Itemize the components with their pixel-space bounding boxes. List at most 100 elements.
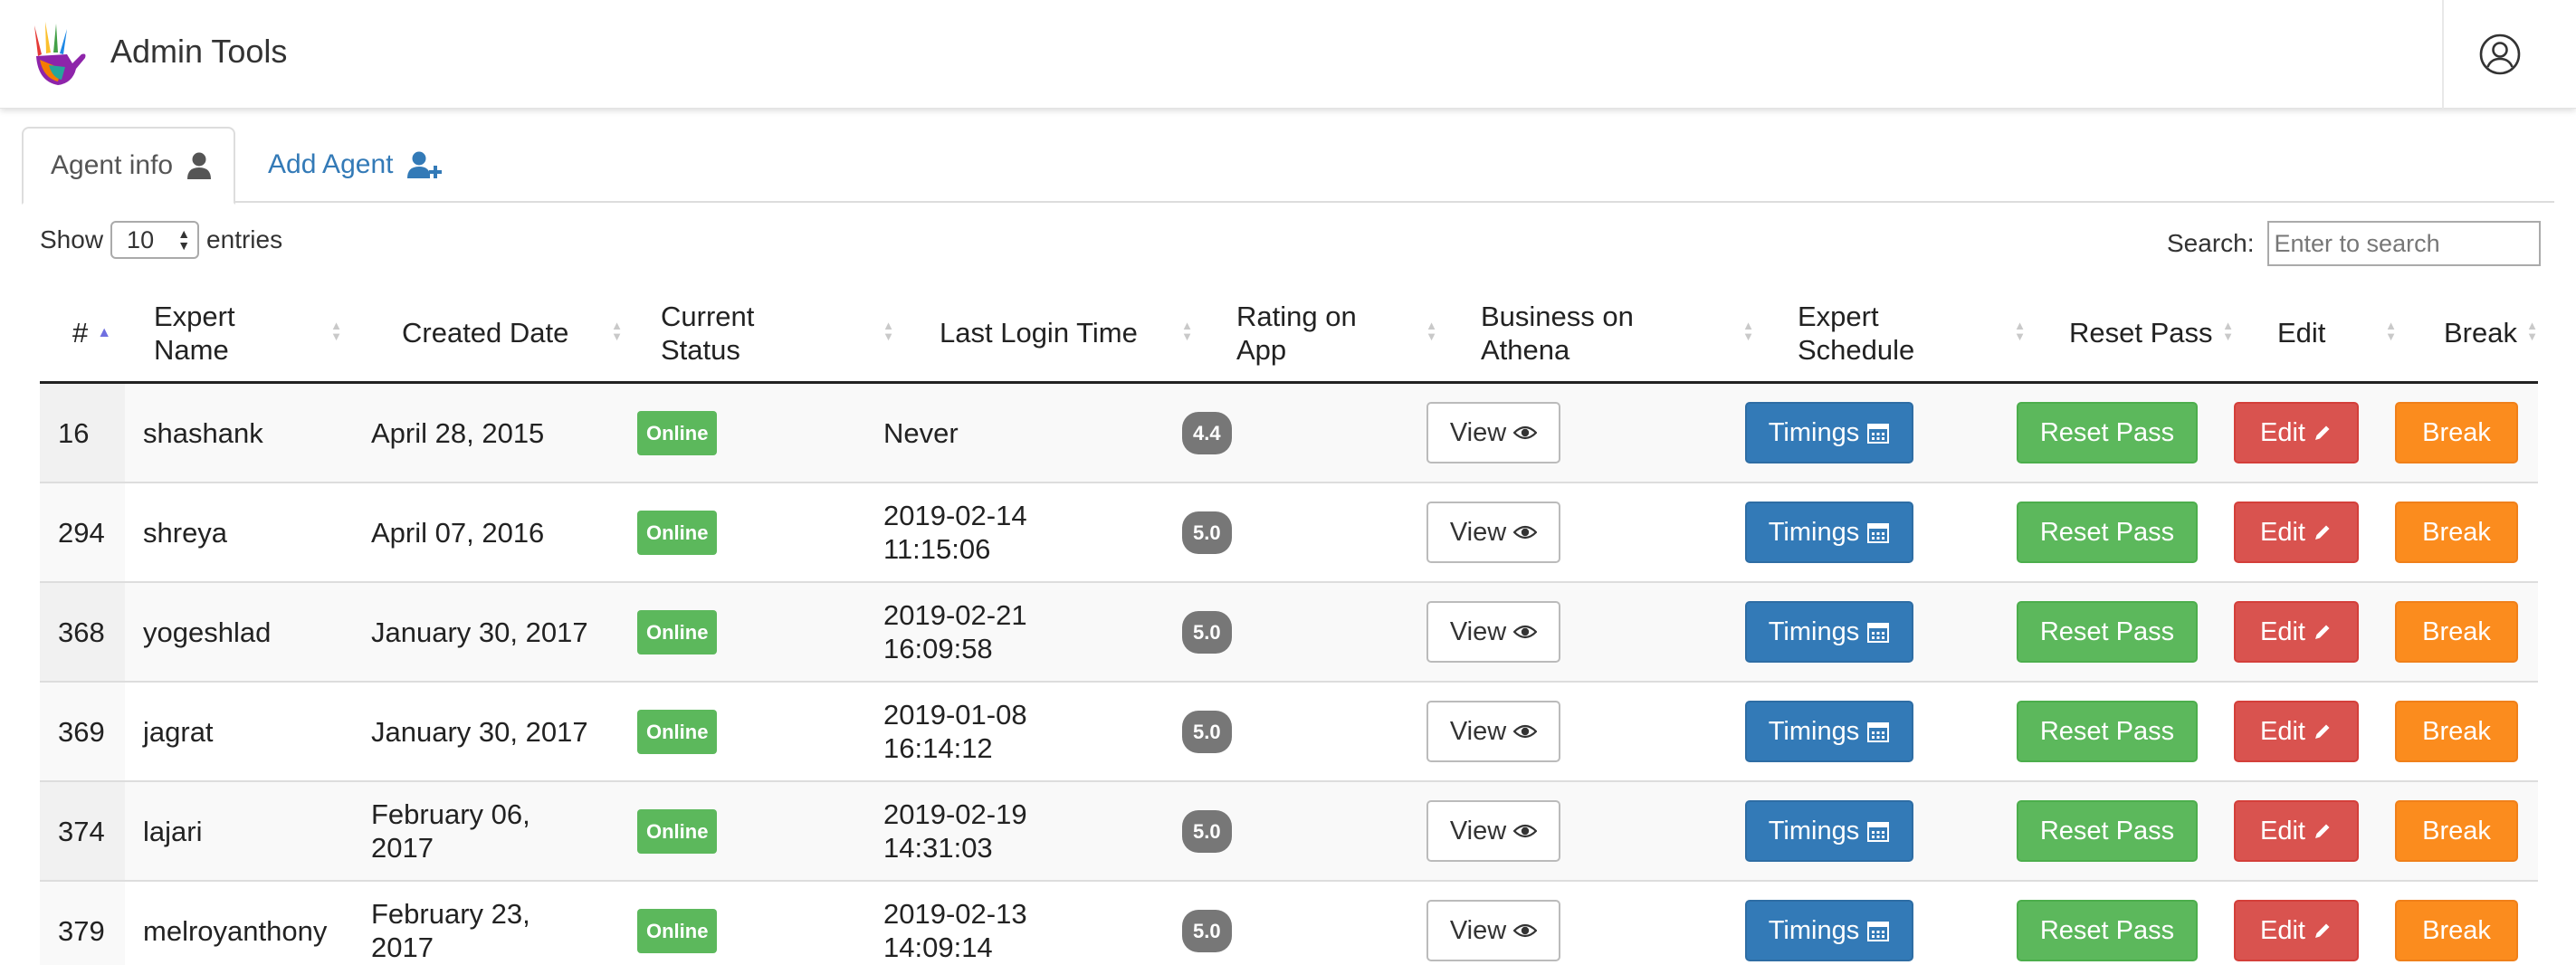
column-header-label: # — [72, 317, 89, 349]
column-header-label: Break — [2444, 317, 2517, 349]
edit-button[interactable]: Edit — [2234, 502, 2359, 563]
break-button[interactable]: Break — [2395, 701, 2518, 762]
break-button[interactable]: Break — [2395, 402, 2518, 463]
column-header-business[interactable]: Business on Athena ▲ ▼ — [1446, 284, 1763, 381]
entries-per-page-select[interactable]: 10 ▲ ▼ — [110, 221, 200, 259]
eye-icon — [1513, 624, 1538, 640]
reset-pass-button[interactable]: Reset Pass — [2017, 601, 2198, 663]
reset-pass-button[interactable]: Reset Pass — [2017, 502, 2198, 563]
search-label: Search: — [2167, 229, 2255, 257]
edit-button-label: Edit — [2260, 915, 2305, 945]
timings-button[interactable]: Timings — [1745, 601, 1913, 663]
cell-reset-pass: Reset Pass — [2017, 782, 2198, 880]
eye-icon — [1513, 922, 1538, 939]
cell-status: Online — [637, 483, 718, 581]
tab-agent-info[interactable]: Agent info — [22, 127, 235, 205]
column-header-break[interactable]: Break ▲ ▼ — [2406, 284, 2538, 381]
status-badge: Online — [637, 510, 718, 555]
column-header-expert-name[interactable]: Expert Name ▲ ▼ — [125, 284, 351, 381]
edit-button[interactable]: Edit — [2234, 701, 2359, 762]
edit-button[interactable]: Edit — [2234, 900, 2359, 961]
reset-pass-button[interactable]: Reset Pass — [2017, 701, 2198, 762]
user-icon — [187, 152, 212, 179]
sort-icon: ▲ ▼ — [1181, 319, 1193, 343]
edit-button-label: Edit — [2260, 716, 2305, 746]
break-button[interactable]: Break — [2395, 900, 2518, 961]
column-header-label: Edit — [2277, 317, 2326, 349]
view-button[interactable]: View — [1426, 502, 1560, 563]
select-arrows-icon: ▲ ▼ — [177, 226, 191, 253]
column-header-reset-pass[interactable]: Reset Pass ▲ ▼ — [2035, 284, 2243, 381]
cell-edit: Edit — [2234, 384, 2359, 482]
sort-icon: ▲ ▼ — [883, 319, 894, 343]
cell-business: View — [1426, 583, 1560, 681]
edit-button[interactable]: Edit — [2234, 402, 2359, 463]
view-button[interactable]: View — [1426, 402, 1560, 463]
cell-break: Break — [2395, 782, 2518, 880]
view-button[interactable]: View — [1426, 601, 1560, 663]
timings-button[interactable]: Timings — [1745, 502, 1913, 563]
column-header-edit[interactable]: Edit ▲ ▼ — [2243, 284, 2406, 381]
tab-add-agent[interactable]: Add Agent — [268, 127, 445, 203]
table-row: 379 melroyanthony February 23, 2017 Onli… — [40, 882, 2538, 965]
break-button[interactable]: Break — [2395, 800, 2518, 862]
column-header-label: Rating on App — [1236, 300, 1357, 366]
break-button[interactable]: Break — [2395, 601, 2518, 663]
cell-status: Online — [637, 384, 718, 482]
timings-button-label: Timings — [1768, 716, 1860, 746]
view-button-label: View — [1449, 915, 1507, 945]
cell-reset-pass: Reset Pass — [2017, 683, 2198, 780]
cell-id: 294 — [40, 483, 125, 581]
column-header-id[interactable]: # ▲ — [40, 284, 125, 381]
pencil-icon — [2313, 423, 2333, 443]
timings-button[interactable]: Timings — [1745, 402, 1913, 463]
view-button-label: View — [1449, 417, 1507, 447]
status-badge: Online — [637, 410, 718, 455]
column-header-last-login[interactable]: Last Login Time ▲ ▼ — [903, 284, 1202, 381]
user-plus-icon — [407, 151, 443, 178]
cell-status: Online — [637, 683, 718, 780]
calendar-icon — [1866, 521, 1890, 544]
search-input[interactable] — [2266, 221, 2541, 266]
cell-rating: 5.0 — [1182, 483, 1232, 581]
view-button[interactable]: View — [1426, 701, 1560, 762]
reset-pass-button[interactable]: Reset Pass — [2017, 900, 2198, 961]
column-header-rating[interactable]: Rating on App ▲ ▼ — [1202, 284, 1446, 381]
column-header-current-status[interactable]: Current Status ▲ ▼ — [632, 284, 903, 381]
sort-ascending-icon: ▲ — [97, 325, 112, 340]
view-button[interactable]: View — [1426, 800, 1560, 862]
column-header-created-date[interactable]: Created Date ▲ ▼ — [351, 284, 632, 381]
cell-id: 374 — [40, 782, 125, 880]
cell-rating: 5.0 — [1182, 683, 1232, 780]
cell-id: 379 — [40, 882, 125, 965]
break-button[interactable]: Break — [2395, 502, 2518, 563]
column-header-label: Reset Pass — [2069, 317, 2213, 349]
view-button-label: View — [1449, 816, 1507, 846]
rating-badge: 4.4 — [1182, 411, 1232, 454]
sort-icon: ▲ ▼ — [2526, 319, 2538, 343]
edit-button[interactable]: Edit — [2234, 601, 2359, 663]
pencil-icon — [2313, 622, 2333, 642]
cell-schedule: Timings — [1745, 683, 1913, 780]
cell-business: View — [1426, 483, 1560, 581]
timings-button[interactable]: Timings — [1745, 701, 1913, 762]
entries-length-control: Show 10 ▲ ▼ entries — [40, 221, 282, 259]
timings-button-label: Timings — [1768, 616, 1860, 646]
cell-last-login: 2019-02-14 11:15:06 — [883, 500, 1027, 565]
column-header-label: Expert Schedule — [1798, 300, 1915, 366]
view-button[interactable]: View — [1426, 900, 1560, 961]
sort-icon: ▲ ▼ — [2222, 319, 2234, 343]
column-header-schedule[interactable]: Expert Schedule ▲ ▼ — [1763, 284, 2035, 381]
navbar-divider — [2442, 0, 2444, 109]
cell-schedule: Timings — [1745, 882, 1913, 965]
cell-break: Break — [2395, 583, 2518, 681]
timings-button[interactable]: Timings — [1745, 800, 1913, 862]
cell-expert-name: yogeshlad — [143, 616, 272, 648]
calendar-icon — [1866, 919, 1890, 942]
user-account-icon[interactable] — [2478, 33, 2522, 76]
reset-pass-button[interactable]: Reset Pass — [2017, 402, 2198, 463]
timings-button[interactable]: Timings — [1745, 900, 1913, 961]
edit-button[interactable]: Edit — [2234, 800, 2359, 862]
sort-icon: ▲ ▼ — [2385, 319, 2397, 343]
reset-pass-button[interactable]: Reset Pass — [2017, 800, 2198, 862]
